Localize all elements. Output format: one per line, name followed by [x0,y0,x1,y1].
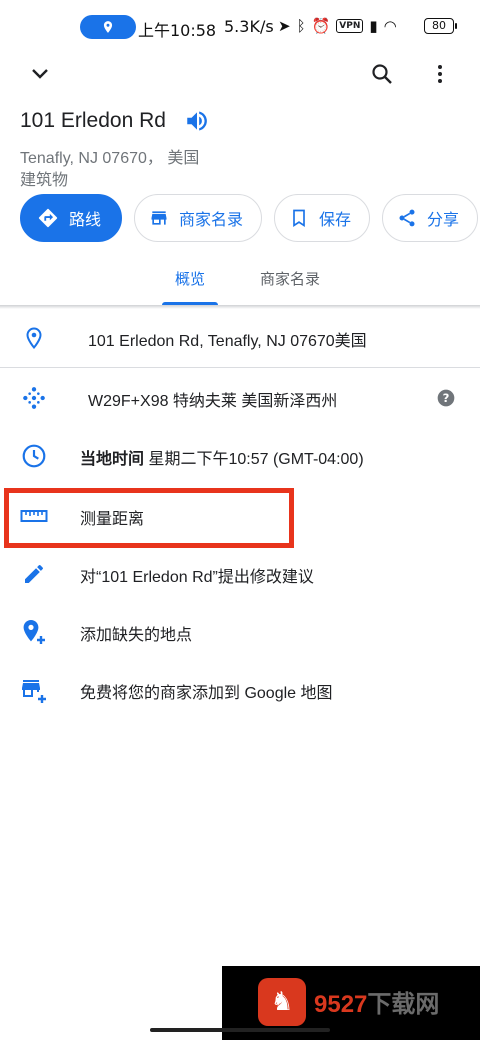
bluetooth-icon: ᛒ [296,17,306,35]
clock-icon [20,442,48,470]
storefront-icon [151,211,167,225]
chevron-down-icon [32,69,48,79]
place-title: 101 Erledon Rd [20,109,166,132]
network-speed: 5.3K/s [224,17,274,36]
tabs-divider [0,305,480,309]
directions-button[interactable]: 路线 [20,194,123,242]
clock: 上午10:58 [138,21,217,40]
share-label: 分享 [427,212,460,229]
more-options-button[interactable] [420,54,460,94]
directions-icon [38,208,58,228]
plus-code-row[interactable]: W29F+X98 特纳夫莱 美国新泽西州 ? [0,370,480,426]
add-missing-place-row[interactable]: 添加缺失的地点 [0,604,480,660]
tab-bar: 概览 商家名录 [0,256,480,304]
more-vert-icon [438,65,442,83]
save-label: 保存 [319,212,352,229]
battery-indicator: 80 [424,18,457,34]
watermark-text: 9527下载网 [314,984,439,1019]
place-locality: Tenafly, NJ 07670， 美国 [20,150,200,167]
business-directory-label: 商家名录 [179,212,244,229]
home-indicator[interactable] [150,1028,330,1032]
suggest-edit-text: 对“101 Erledon Rd”提出修改建议 [80,569,314,586]
add-missing-place-text: 添加缺失的地点 [80,627,193,644]
add-business-row[interactable]: 免费将您的商家添加到 Google 地图 [0,662,480,718]
location-pin-icon [20,324,48,352]
watermark-logo: ♞ [258,978,306,1026]
plus-code-text: W29F+X98 特纳夫莱 美国新泽西州 [88,393,338,410]
address-text: 101 Erledon Rd, Tenafly, NJ 07670美国 [88,333,367,350]
alarm-icon: ⏰ [311,17,331,35]
signal-icon: ▮ [369,17,378,35]
navigation-arrow-icon: ➤ [278,17,291,35]
tab-overview[interactable]: 概览 [175,268,205,289]
svg-text:?: ? [443,391,450,405]
address-row[interactable]: 101 Erledon Rd, Tenafly, NJ 07670美国 [0,310,480,366]
watermark-rest: 下载网 [367,991,440,1018]
edit-pencil-icon [20,560,48,588]
vpn-badge: VPN [336,19,364,33]
search-icon [372,64,392,84]
location-indicator [80,15,136,39]
tab-business-directory[interactable]: 商家名录 [260,268,320,289]
business-directory-button[interactable]: 商家名录 [134,194,263,242]
help-icon[interactable]: ? [436,388,456,412]
place-category: 建筑物 [20,172,69,189]
collapse-button[interactable] [20,54,60,94]
add-location-icon [20,618,48,646]
plus-code-icon [20,384,48,412]
search-button[interactable] [362,54,402,94]
local-time-text: 当地时间 星期二下午10:57 (GMT-04:00) [80,445,364,469]
local-time-row[interactable]: 当地时间 星期二下午10:57 (GMT-04:00) [0,428,480,484]
local-time-label: 当地时间 [80,451,145,468]
bookmark-icon [293,209,305,228]
watermark-number: 9527 [314,991,368,1018]
wifi-icon: ◠ [383,17,397,35]
location-pin-icon [103,21,113,33]
highlight-box [4,488,294,548]
volume-icon [187,111,207,131]
divider [0,367,480,368]
local-time-value: 星期二下午10:57 (GMT-04:00) [148,451,364,468]
status-bar: 上午10:58 5.3K/s ➤ ᛒ ⏰ VPN ▮ ◠ 80 [0,0,480,56]
share-icon [399,209,415,227]
save-button[interactable]: 保存 [274,194,371,242]
suggest-edit-row[interactable]: 对“101 Erledon Rd”提出修改建议 [0,546,480,602]
share-button[interactable]: 分享 [382,194,479,242]
add-business-text: 免费将您的商家添加到 Google 地图 [80,685,333,702]
directions-label: 路线 [69,212,102,229]
speaker-button[interactable] [184,108,210,134]
add-business-icon [20,676,48,704]
